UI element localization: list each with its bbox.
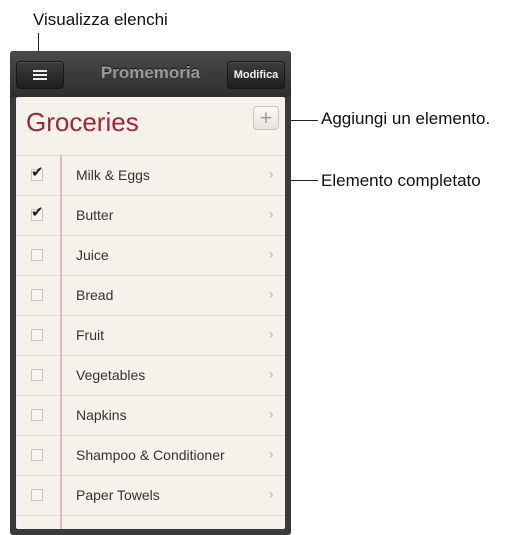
list-item[interactable]: Vegetables ›	[16, 355, 285, 395]
item-label: Fruit	[76, 327, 104, 343]
chevron-right-icon[interactable]: ›	[268, 407, 274, 423]
item-label: Shampoo & Conditioner	[76, 447, 225, 463]
list-title: Groceries	[26, 107, 139, 137]
navigation-bar: Promemoria Modifica	[10, 51, 291, 97]
item-label: Milk & Eggs	[76, 167, 150, 183]
item-label: Bread	[76, 287, 114, 303]
item-label: Juice	[76, 247, 109, 263]
item-label: Napkins	[76, 407, 127, 423]
chevron-right-icon[interactable]: ›	[268, 447, 274, 463]
completion-checkbox[interactable]	[31, 329, 43, 341]
chevron-right-icon[interactable]: ›	[268, 167, 274, 183]
edit-button[interactable]: Modifica	[227, 61, 285, 89]
checkmark-icon: ✔	[31, 163, 44, 181]
chevron-right-icon[interactable]: ›	[268, 487, 274, 503]
empty-row	[16, 515, 285, 535]
completion-checkbox[interactable]	[31, 449, 43, 461]
chevron-right-icon[interactable]: ›	[268, 247, 274, 263]
chevron-right-icon[interactable]: ›	[268, 207, 274, 223]
chevron-right-icon[interactable]: ›	[268, 327, 274, 343]
add-item-callout: Aggiungi un elemento.	[321, 109, 491, 128]
completion-checkbox[interactable]	[31, 409, 43, 421]
list-item[interactable]: Bread ›	[16, 275, 285, 315]
list-item[interactable]: Napkins ›	[16, 395, 285, 435]
plus-icon: +	[258, 108, 274, 128]
list-item[interactable]: Fruit ›	[16, 315, 285, 355]
chevron-right-icon[interactable]: ›	[268, 367, 274, 383]
completed-item-callout: Elemento completato	[321, 171, 481, 190]
item-label: Butter	[76, 207, 114, 223]
list-item[interactable]: ✔ Milk & Eggs ›	[16, 155, 285, 195]
completion-checkbox[interactable]	[31, 489, 43, 501]
completion-checkbox[interactable]	[31, 289, 43, 301]
completion-checkbox[interactable]	[31, 369, 43, 381]
item-label: Paper Towels	[76, 487, 160, 503]
list-item[interactable]: ✔ Butter ›	[16, 195, 285, 235]
item-label: Vegetables	[76, 367, 146, 383]
reminders-screen: Promemoria Modifica Groceries + ✔ Milk & …	[10, 51, 291, 535]
list-paper: Groceries + ✔ Milk & Eggs › ✔ Butter › Juice › B…	[16, 97, 285, 529]
completion-checkbox[interactable]	[31, 249, 43, 261]
list-item[interactable]: Paper Towels ›	[16, 475, 285, 515]
reminder-list: ✔ Milk & Eggs › ✔ Butter › Juice › Bread › Fruit › V…	[16, 155, 285, 535]
checkmark-icon: ✔	[31, 203, 44, 221]
add-item-button[interactable]: +	[253, 106, 279, 130]
chevron-right-icon[interactable]: ›	[268, 287, 274, 303]
completion-checkbox[interactable]: ✔	[31, 205, 44, 221]
show-lists-callout: Visualizza elenchi	[33, 10, 168, 29]
list-item[interactable]: Juice ›	[16, 235, 285, 275]
margin-line	[60, 155, 62, 529]
list-item[interactable]: Shampoo & Conditioner ›	[16, 435, 285, 475]
completion-checkbox[interactable]: ✔	[31, 165, 44, 181]
